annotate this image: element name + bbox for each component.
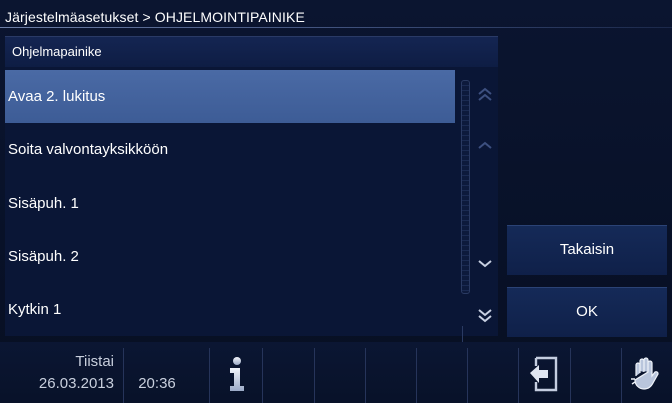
hand-icon[interactable] xyxy=(628,356,664,392)
list-item[interactable]: Soita valvontayksikköön xyxy=(5,123,455,176)
header-divider xyxy=(0,27,672,28)
double-chevron-up-icon[interactable] xyxy=(474,84,496,106)
info-icon[interactable] xyxy=(224,356,250,392)
back-button[interactable]: Takaisin xyxy=(507,225,667,275)
divider xyxy=(262,348,263,403)
divider xyxy=(467,348,468,403)
divider xyxy=(416,348,417,403)
return-icon[interactable] xyxy=(527,356,559,392)
list-item-label: Sisäpuh. 2 xyxy=(8,248,79,265)
list-item[interactable]: Avaa 2. lukitus xyxy=(5,70,455,123)
list-item[interactable]: Sisäpuh. 2 xyxy=(5,230,455,283)
divider xyxy=(123,348,124,403)
list-item-label: Soita valvontayksikköön xyxy=(8,141,169,158)
divider xyxy=(314,348,315,403)
list-item-label: Sisäpuh. 1 xyxy=(8,195,79,212)
divider xyxy=(209,348,210,403)
ok-button[interactable]: OK xyxy=(507,287,667,337)
list-item[interactable]: Kytkin 1 xyxy=(5,283,455,336)
divider xyxy=(518,348,519,403)
panel-header: Ohjelmapainike xyxy=(5,36,498,67)
scroll-controls xyxy=(458,70,498,364)
panel-title: Ohjelmapainike xyxy=(12,44,102,59)
list-item-label: Avaa 2. lukitus xyxy=(8,88,106,105)
clock: 20:36 xyxy=(138,375,176,392)
status-bar: Tiistai 26.03.2013 20:36 xyxy=(0,342,672,403)
list-item-label: Kytkin 1 xyxy=(8,301,62,318)
program-button-panel: Ohjelmapainike Avaa 2. lukitus Soita val… xyxy=(5,36,498,364)
chevron-up-icon[interactable] xyxy=(474,135,496,157)
scrollbar[interactable] xyxy=(461,80,470,294)
divider xyxy=(365,348,366,403)
breadcrumb: Järjestelmäasetukset > OHJELMOINTIPAINIK… xyxy=(5,9,305,25)
chevron-down-icon[interactable] xyxy=(474,252,496,274)
list-item[interactable]: Sisäpuh. 1 xyxy=(5,177,455,230)
date: 26.03.2013 xyxy=(38,375,114,392)
double-chevron-down-icon[interactable] xyxy=(474,304,496,326)
divider xyxy=(570,348,571,403)
divider xyxy=(621,348,622,403)
weekday: Tiistai xyxy=(75,353,114,370)
